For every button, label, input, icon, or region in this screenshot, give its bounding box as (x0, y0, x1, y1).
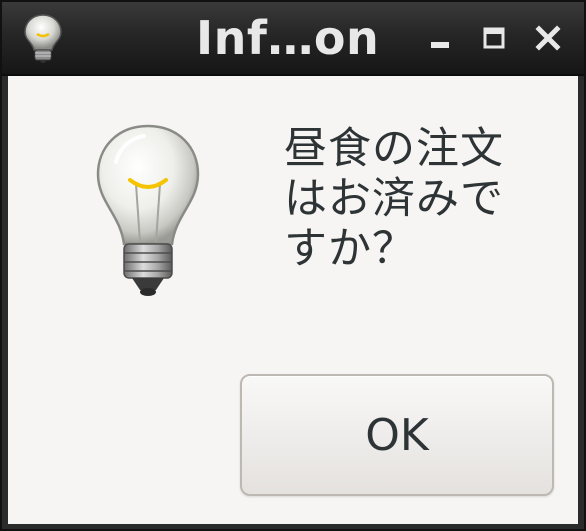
dialog-window: Inf…on 昼食の注文はお済みですか？ OK (0, 0, 586, 531)
close-icon[interactable] (530, 20, 566, 56)
title-bar[interactable]: Inf…on (2, 2, 584, 76)
minimize-icon[interactable] (422, 20, 458, 56)
window-title: Inf…on (196, 11, 380, 65)
lightbulb-icon (24, 14, 62, 63)
ok-button[interactable]: OK (240, 374, 554, 496)
lightbulb-icon (96, 124, 200, 296)
dialog-body: 昼食の注文はお済みですか？ OK (8, 76, 578, 524)
maximize-icon[interactable] (476, 20, 512, 56)
dialog-message: 昼食の注文はお済みですか？ (284, 124, 504, 274)
